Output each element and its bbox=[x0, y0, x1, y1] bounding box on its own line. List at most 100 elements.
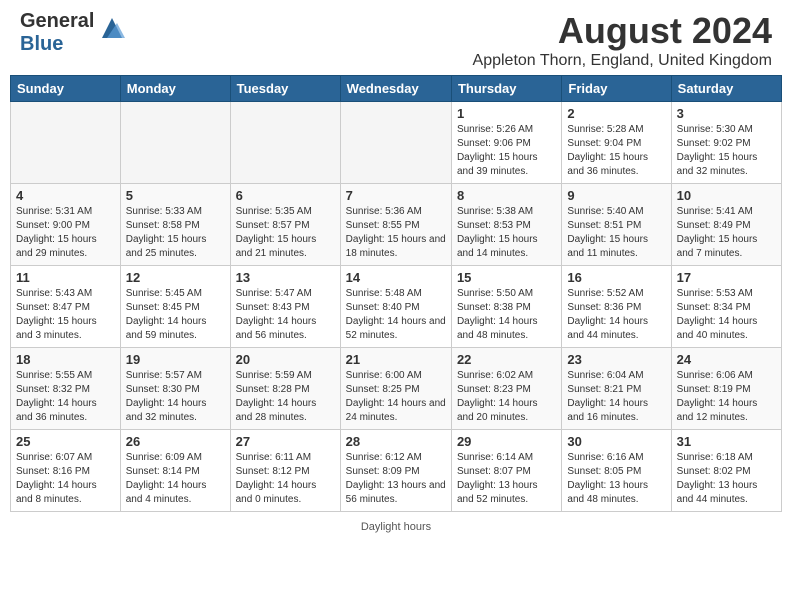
calendar-cell: 17 Sunrise: 5:53 AM Sunset: 8:34 PM Dayl… bbox=[671, 266, 781, 348]
calendar-cell: 2 Sunrise: 5:28 AM Sunset: 9:04 PM Dayli… bbox=[562, 102, 671, 184]
day-info: Sunrise: 5:35 AM Sunset: 8:57 PM Dayligh… bbox=[236, 205, 335, 261]
day-info: Sunrise: 6:00 AM Sunset: 8:25 PM Dayligh… bbox=[346, 369, 446, 425]
subtitle: Appleton Thorn, England, United Kingdom bbox=[473, 52, 772, 70]
day-info: Sunrise: 6:11 AM Sunset: 8:12 PM Dayligh… bbox=[236, 451, 335, 507]
day-number: 19 bbox=[126, 352, 225, 367]
calendar-wrapper: Sunday Monday Tuesday Wednesday Thursday… bbox=[0, 75, 792, 517]
day-number: 25 bbox=[16, 434, 115, 449]
day-number: 3 bbox=[677, 106, 776, 121]
day-number: 9 bbox=[567, 188, 665, 203]
calendar-cell bbox=[11, 102, 121, 184]
day-info: Sunrise: 5:28 AM Sunset: 9:04 PM Dayligh… bbox=[567, 123, 665, 179]
logo-icon bbox=[97, 13, 127, 43]
day-info: Sunrise: 6:14 AM Sunset: 8:07 PM Dayligh… bbox=[457, 451, 556, 507]
calendar-cell: 12 Sunrise: 5:45 AM Sunset: 8:45 PM Dayl… bbox=[120, 266, 230, 348]
day-number: 29 bbox=[457, 434, 556, 449]
col-thursday: Thursday bbox=[451, 76, 561, 102]
day-number: 16 bbox=[567, 270, 665, 285]
calendar-week-4: 18 Sunrise: 5:55 AM Sunset: 8:32 PM Dayl… bbox=[11, 348, 782, 430]
day-info: Sunrise: 6:04 AM Sunset: 8:21 PM Dayligh… bbox=[567, 369, 665, 425]
page-header: General Blue August 2024 Appleton Thorn,… bbox=[0, 0, 792, 75]
header-row: Sunday Monday Tuesday Wednesday Thursday… bbox=[11, 76, 782, 102]
day-info: Sunrise: 5:52 AM Sunset: 8:36 PM Dayligh… bbox=[567, 287, 665, 343]
calendar-cell: 31 Sunrise: 6:18 AM Sunset: 8:02 PM Dayl… bbox=[671, 430, 781, 512]
calendar-cell: 7 Sunrise: 5:36 AM Sunset: 8:55 PM Dayli… bbox=[340, 184, 451, 266]
day-info: Sunrise: 5:33 AM Sunset: 8:58 PM Dayligh… bbox=[126, 205, 225, 261]
day-info: Sunrise: 5:41 AM Sunset: 8:49 PM Dayligh… bbox=[677, 205, 776, 261]
day-number: 12 bbox=[126, 270, 225, 285]
day-number: 20 bbox=[236, 352, 335, 367]
calendar-cell: 10 Sunrise: 5:41 AM Sunset: 8:49 PM Dayl… bbox=[671, 184, 781, 266]
logo: General Blue bbox=[20, 10, 127, 56]
calendar-cell: 25 Sunrise: 6:07 AM Sunset: 8:16 PM Dayl… bbox=[11, 430, 121, 512]
calendar-cell: 1 Sunrise: 5:26 AM Sunset: 9:06 PM Dayli… bbox=[451, 102, 561, 184]
day-number: 24 bbox=[677, 352, 776, 367]
day-number: 4 bbox=[16, 188, 115, 203]
day-number: 1 bbox=[457, 106, 556, 121]
logo-text: General Blue bbox=[20, 10, 94, 56]
day-info: Sunrise: 5:40 AM Sunset: 8:51 PM Dayligh… bbox=[567, 205, 665, 261]
calendar-cell: 16 Sunrise: 5:52 AM Sunset: 8:36 PM Dayl… bbox=[562, 266, 671, 348]
col-friday: Friday bbox=[562, 76, 671, 102]
calendar-cell: 30 Sunrise: 6:16 AM Sunset: 8:05 PM Dayl… bbox=[562, 430, 671, 512]
day-info: Sunrise: 5:55 AM Sunset: 8:32 PM Dayligh… bbox=[16, 369, 115, 425]
day-info: Sunrise: 6:07 AM Sunset: 8:16 PM Dayligh… bbox=[16, 451, 115, 507]
calendar-cell: 5 Sunrise: 5:33 AM Sunset: 8:58 PM Dayli… bbox=[120, 184, 230, 266]
calendar-cell: 3 Sunrise: 5:30 AM Sunset: 9:02 PM Dayli… bbox=[671, 102, 781, 184]
day-info: Sunrise: 5:48 AM Sunset: 8:40 PM Dayligh… bbox=[346, 287, 446, 343]
day-number: 5 bbox=[126, 188, 225, 203]
day-number: 18 bbox=[16, 352, 115, 367]
day-number: 6 bbox=[236, 188, 335, 203]
calendar-cell bbox=[340, 102, 451, 184]
calendar-cell: 9 Sunrise: 5:40 AM Sunset: 8:51 PM Dayli… bbox=[562, 184, 671, 266]
day-number: 26 bbox=[126, 434, 225, 449]
calendar-cell: 27 Sunrise: 6:11 AM Sunset: 8:12 PM Dayl… bbox=[230, 430, 340, 512]
calendar-cell: 11 Sunrise: 5:43 AM Sunset: 8:47 PM Dayl… bbox=[11, 266, 121, 348]
footer: Daylight hours bbox=[0, 517, 792, 537]
day-number: 14 bbox=[346, 270, 446, 285]
calendar-cell: 19 Sunrise: 5:57 AM Sunset: 8:30 PM Dayl… bbox=[120, 348, 230, 430]
day-number: 28 bbox=[346, 434, 446, 449]
col-tuesday: Tuesday bbox=[230, 76, 340, 102]
day-number: 7 bbox=[346, 188, 446, 203]
day-number: 22 bbox=[457, 352, 556, 367]
day-info: Sunrise: 6:18 AM Sunset: 8:02 PM Dayligh… bbox=[677, 451, 776, 507]
day-info: Sunrise: 6:16 AM Sunset: 8:05 PM Dayligh… bbox=[567, 451, 665, 507]
day-info: Sunrise: 6:12 AM Sunset: 8:09 PM Dayligh… bbox=[346, 451, 446, 507]
day-info: Sunrise: 5:31 AM Sunset: 9:00 PM Dayligh… bbox=[16, 205, 115, 261]
daylight-label: Daylight hours bbox=[361, 521, 431, 533]
col-saturday: Saturday bbox=[671, 76, 781, 102]
calendar-body: 1 Sunrise: 5:26 AM Sunset: 9:06 PM Dayli… bbox=[11, 102, 782, 512]
calendar-week-1: 1 Sunrise: 5:26 AM Sunset: 9:06 PM Dayli… bbox=[11, 102, 782, 184]
day-info: Sunrise: 5:45 AM Sunset: 8:45 PM Dayligh… bbox=[126, 287, 225, 343]
calendar-cell: 4 Sunrise: 5:31 AM Sunset: 9:00 PM Dayli… bbox=[11, 184, 121, 266]
day-info: Sunrise: 5:43 AM Sunset: 8:47 PM Dayligh… bbox=[16, 287, 115, 343]
day-number: 2 bbox=[567, 106, 665, 121]
day-info: Sunrise: 5:36 AM Sunset: 8:55 PM Dayligh… bbox=[346, 205, 446, 261]
day-info: Sunrise: 5:50 AM Sunset: 8:38 PM Dayligh… bbox=[457, 287, 556, 343]
calendar-cell: 6 Sunrise: 5:35 AM Sunset: 8:57 PM Dayli… bbox=[230, 184, 340, 266]
calendar-cell bbox=[230, 102, 340, 184]
calendar-cell: 20 Sunrise: 5:59 AM Sunset: 8:28 PM Dayl… bbox=[230, 348, 340, 430]
calendar-cell: 8 Sunrise: 5:38 AM Sunset: 8:53 PM Dayli… bbox=[451, 184, 561, 266]
day-number: 23 bbox=[567, 352, 665, 367]
calendar-cell: 18 Sunrise: 5:55 AM Sunset: 8:32 PM Dayl… bbox=[11, 348, 121, 430]
calendar-cell: 28 Sunrise: 6:12 AM Sunset: 8:09 PM Dayl… bbox=[340, 430, 451, 512]
calendar-cell bbox=[120, 102, 230, 184]
col-wednesday: Wednesday bbox=[340, 76, 451, 102]
day-info: Sunrise: 5:53 AM Sunset: 8:34 PM Dayligh… bbox=[677, 287, 776, 343]
day-info: Sunrise: 5:47 AM Sunset: 8:43 PM Dayligh… bbox=[236, 287, 335, 343]
calendar-week-5: 25 Sunrise: 6:07 AM Sunset: 8:16 PM Dayl… bbox=[11, 430, 782, 512]
day-number: 31 bbox=[677, 434, 776, 449]
calendar-cell: 15 Sunrise: 5:50 AM Sunset: 8:38 PM Dayl… bbox=[451, 266, 561, 348]
logo-blue: Blue bbox=[20, 33, 63, 55]
day-number: 15 bbox=[457, 270, 556, 285]
col-sunday: Sunday bbox=[11, 76, 121, 102]
calendar-table: Sunday Monday Tuesday Wednesday Thursday… bbox=[10, 75, 782, 512]
day-info: Sunrise: 5:59 AM Sunset: 8:28 PM Dayligh… bbox=[236, 369, 335, 425]
logo-general: General bbox=[20, 10, 94, 32]
calendar-week-2: 4 Sunrise: 5:31 AM Sunset: 9:00 PM Dayli… bbox=[11, 184, 782, 266]
calendar-cell: 14 Sunrise: 5:48 AM Sunset: 8:40 PM Dayl… bbox=[340, 266, 451, 348]
day-number: 21 bbox=[346, 352, 446, 367]
day-info: Sunrise: 5:30 AM Sunset: 9:02 PM Dayligh… bbox=[677, 123, 776, 179]
